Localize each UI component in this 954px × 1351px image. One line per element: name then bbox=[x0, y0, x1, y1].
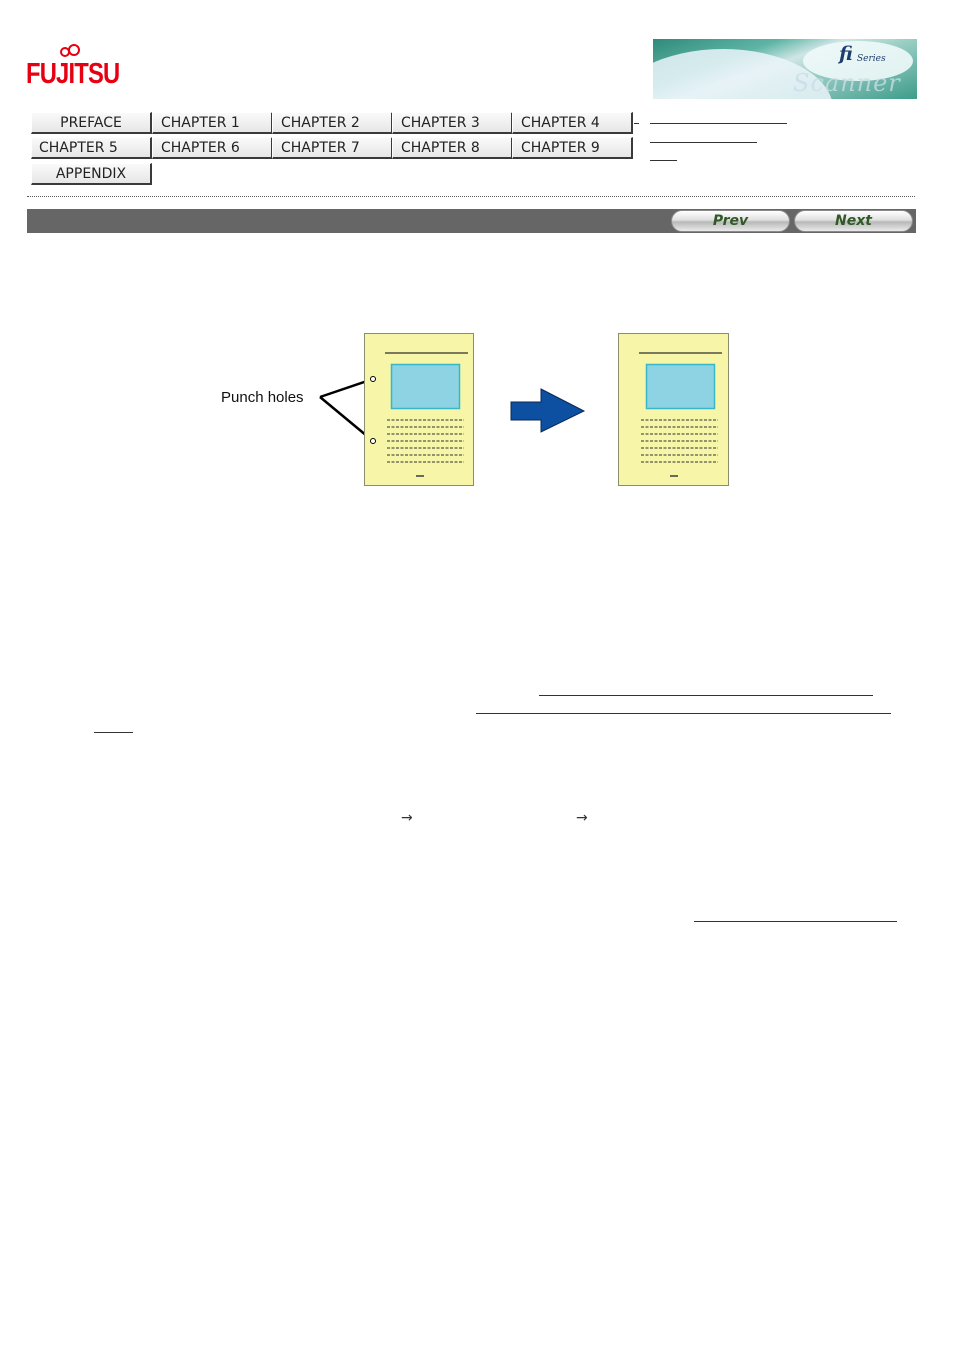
banner-caption: Scanner bbox=[793, 69, 901, 97]
punch-hole-bottom bbox=[370, 438, 376, 444]
page-before bbox=[364, 333, 474, 486]
body-link-2[interactable] bbox=[476, 713, 891, 714]
nav-chapter-5[interactable]: CHAPTER 5 bbox=[31, 137, 152, 159]
nav-chapter-4[interactable]: CHAPTER 4 bbox=[512, 112, 633, 134]
side-link-3[interactable] bbox=[650, 160, 677, 161]
body-link-1[interactable] bbox=[539, 695, 873, 696]
banner-brand-sub: Series bbox=[857, 54, 886, 64]
side-link-2[interactable] bbox=[650, 142, 757, 143]
punch-hole-removal-figure: Punch holes bbox=[221, 333, 729, 486]
nav-chapter-3[interactable]: CHAPTER 3 bbox=[392, 112, 513, 134]
nav-chapter-8[interactable]: CHAPTER 8 bbox=[392, 137, 513, 159]
menu-path-arrow-icon: → bbox=[576, 810, 588, 826]
nav-appendix[interactable]: APPENDIX bbox=[31, 163, 152, 185]
side-link-1[interactable] bbox=[650, 123, 787, 124]
nav-preface[interactable]: PREFACE bbox=[31, 112, 152, 134]
menu-path-arrow-icon: → bbox=[401, 810, 413, 826]
punch-holes-label: Punch holes bbox=[221, 389, 304, 406]
logo-text: FUJITSU bbox=[26, 58, 120, 90]
fujitsu-logo[interactable]: FUJITSU bbox=[26, 44, 120, 94]
banner-brand-mark: fi bbox=[839, 43, 853, 65]
nav-chapter-9[interactable]: CHAPTER 9 bbox=[512, 137, 633, 159]
nav-chapter-6[interactable]: CHAPTER 6 bbox=[152, 137, 273, 159]
page-after bbox=[618, 333, 729, 486]
prev-button[interactable]: Prev bbox=[671, 210, 790, 232]
fi-series-banner: Scanner fi Series bbox=[653, 39, 917, 99]
infinity-mark-icon bbox=[60, 44, 80, 57]
nav-chapter-2[interactable]: CHAPTER 2 bbox=[272, 112, 393, 134]
punch-hole-top bbox=[370, 376, 376, 382]
body-link-4[interactable] bbox=[694, 921, 897, 922]
next-button[interactable]: Next bbox=[794, 210, 913, 232]
right-arrow-icon bbox=[510, 388, 586, 433]
nav-chapter-1[interactable]: CHAPTER 1 bbox=[152, 112, 273, 134]
nav-connector bbox=[634, 123, 639, 124]
body-link-3[interactable] bbox=[94, 732, 133, 733]
nav-chapter-7[interactable]: CHAPTER 7 bbox=[272, 137, 393, 159]
header-divider bbox=[27, 196, 915, 197]
